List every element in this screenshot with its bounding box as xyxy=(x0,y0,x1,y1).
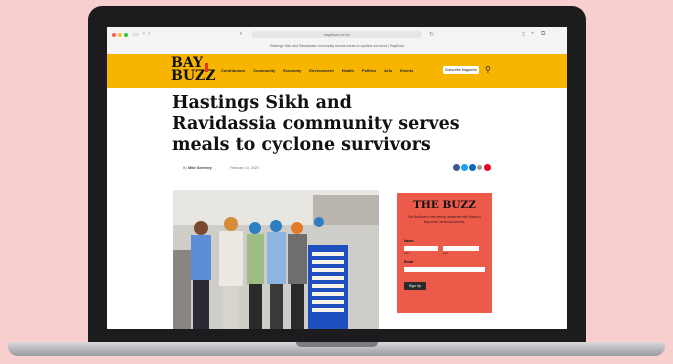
nav-item-politics[interactable]: Politics xyxy=(362,68,376,73)
nav-item-community[interactable]: Community xyxy=(253,68,275,73)
browser-toolbar: ▭ ‹ › ◖ baybuzz.co.nz ↻ ⇧ + ⧉ Hastings S… xyxy=(107,27,567,55)
search-icon[interactable]: ⚲ xyxy=(485,65,491,74)
signup-button[interactable]: Sign Up xyxy=(404,282,426,290)
tab-overview-icon[interactable]: ⧉ xyxy=(541,31,545,38)
sidebar-toggle-icon[interactable]: ▭ xyxy=(133,31,139,38)
forward-icon[interactable]: › xyxy=(148,31,150,37)
site-header: BAY BUZZ Contributors Community Economy … xyxy=(107,54,567,88)
new-tab-icon[interactable]: + xyxy=(531,31,535,37)
nav-item-contributors[interactable]: Contributors xyxy=(221,68,245,73)
photo-illustration xyxy=(173,190,379,329)
author-name[interactable]: Mike Sweeney xyxy=(188,166,212,170)
byline-prefix: By xyxy=(183,166,188,170)
laptop-notch xyxy=(296,342,378,347)
email-icon[interactable] xyxy=(477,165,482,170)
nav-item-environment[interactable]: Environment xyxy=(309,68,333,73)
shield-icon: ◖ xyxy=(239,31,243,37)
last-name-input[interactable] xyxy=(443,246,479,251)
linkedin-icon[interactable] xyxy=(469,164,476,171)
logo-line-2: BUZZ xyxy=(171,68,216,84)
nav-item-health[interactable]: Health xyxy=(342,68,354,73)
zoom-window-button[interactable] xyxy=(124,33,128,37)
email-label: Email xyxy=(404,260,414,264)
first-name-hint: First xyxy=(404,252,409,255)
browser-window: ▭ ‹ › ◖ baybuzz.co.nz ↻ ⇧ + ⧉ Hastings S… xyxy=(107,27,567,329)
back-icon[interactable]: ‹ xyxy=(143,31,145,37)
address-bar[interactable]: baybuzz.co.nz xyxy=(252,31,422,38)
twitter-icon[interactable] xyxy=(461,164,468,171)
share-icon[interactable]: ⇧ xyxy=(521,31,526,38)
nav-item-economy[interactable]: Economy xyxy=(283,68,301,73)
newsletter-description: Get BayBuzz's free weekly newsletter wit… xyxy=(408,215,481,224)
newsletter-title: THE BUZZ xyxy=(413,199,476,211)
byline-author[interactable]: By Mike Sweeney xyxy=(183,166,212,170)
minimize-window-button[interactable] xyxy=(118,33,122,37)
article-headline: Hastings Sikh and Ravidassia community s… xyxy=(172,93,460,155)
nav-item-events[interactable]: Events xyxy=(400,68,413,73)
newsletter-signup: THE BUZZ Get BayBuzz's free weekly newsl… xyxy=(397,193,492,313)
nav-item-arts[interactable]: Arts xyxy=(384,68,392,73)
main-nav: Contributors Community Economy Environme… xyxy=(221,68,413,73)
logo-mark xyxy=(205,63,208,72)
last-name-hint: Last xyxy=(443,252,448,255)
reload-icon[interactable]: ↻ xyxy=(429,31,434,38)
first-name-input[interactable] xyxy=(404,246,438,251)
pinterest-icon[interactable] xyxy=(484,164,491,171)
article-photo xyxy=(173,190,379,329)
article-date: February 14, 2023 xyxy=(230,166,259,170)
name-label: Name xyxy=(404,239,414,243)
active-tab[interactable]: Hastings Sikh and Ravidassia community s… xyxy=(237,42,437,50)
facebook-icon[interactable] xyxy=(453,164,460,171)
site-logo[interactable]: BAY BUZZ xyxy=(171,56,216,84)
email-input[interactable] xyxy=(404,267,485,272)
subscribe-button[interactable]: Subscribe Magazine xyxy=(443,66,479,74)
close-window-button[interactable] xyxy=(112,33,116,37)
